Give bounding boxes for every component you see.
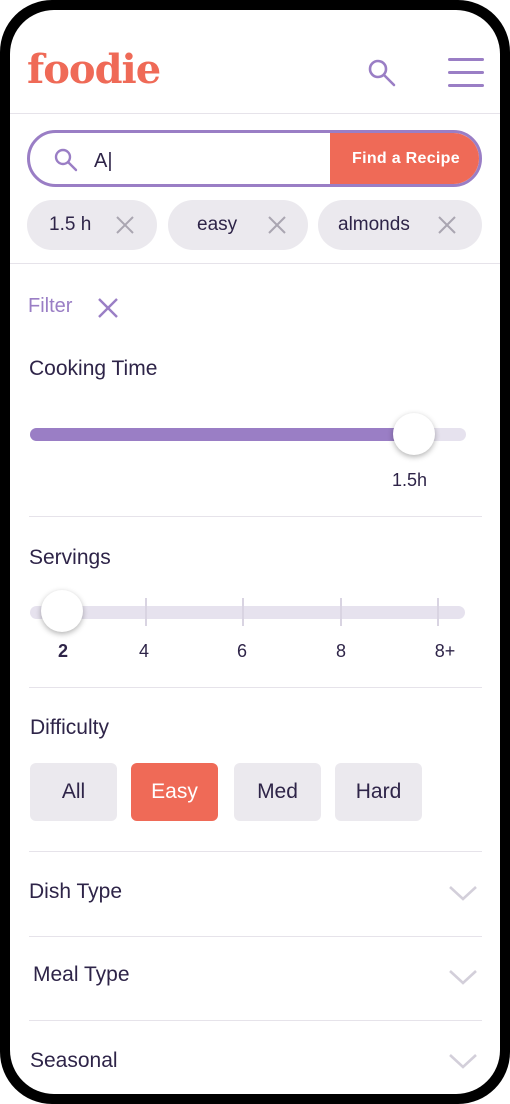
difficulty-med-button[interactable]: Med xyxy=(234,763,321,821)
servings-tick-label: 4 xyxy=(138,641,149,661)
search-bar: Find a Recipe xyxy=(27,130,482,187)
search-input[interactable] xyxy=(92,140,326,182)
filter-label: Filter xyxy=(28,295,73,317)
filter-chip[interactable]: easy xyxy=(168,200,308,250)
app-logo[interactable]: foodie xyxy=(27,50,161,90)
difficulty-easy-button[interactable]: Easy xyxy=(131,763,218,821)
chip-label: easy xyxy=(197,214,238,235)
filter-chip[interactable]: almonds xyxy=(318,200,482,250)
filter-chip[interactable]: 1.5 h xyxy=(27,200,157,250)
chips-divider xyxy=(10,263,500,264)
find-recipe-button[interactable]: Find a Recipe xyxy=(330,133,479,184)
servings-slider-thumb[interactable] xyxy=(41,590,83,632)
cooking-time-title: Cooking Time xyxy=(29,357,158,380)
app-screen: foodie Find a Recipe 1.5 h easy xyxy=(10,10,500,1094)
chevron-down-icon[interactable] xyxy=(448,968,478,986)
chip-label: 1.5 h xyxy=(49,214,92,235)
servings-tick xyxy=(242,598,244,626)
servings-tick xyxy=(340,598,342,626)
close-icon[interactable] xyxy=(115,215,135,235)
cooking-time-slider-thumb[interactable] xyxy=(392,413,435,455)
servings-tick xyxy=(145,598,147,626)
difficulty-all-button[interactable]: All xyxy=(30,763,117,821)
section-divider xyxy=(29,936,482,937)
accordion-dish-type[interactable]: Dish Type xyxy=(29,880,122,904)
servings-tick-label: 8 xyxy=(335,641,346,661)
close-icon[interactable] xyxy=(437,215,457,235)
servings-tick-label: 6 xyxy=(236,641,247,661)
difficulty-hard-button[interactable]: Hard xyxy=(335,763,422,821)
search-icon[interactable] xyxy=(367,58,397,88)
chevron-down-icon[interactable] xyxy=(448,1052,478,1070)
accordion-meal-type[interactable]: Meal Type xyxy=(33,963,130,987)
servings-slider[interactable] xyxy=(30,606,465,619)
header-divider xyxy=(10,113,500,114)
servings-title: Servings xyxy=(29,546,111,569)
phone-frame: foodie Find a Recipe 1.5 h easy xyxy=(0,0,510,1104)
section-divider xyxy=(29,1020,482,1021)
cooking-time-value: 1.5h xyxy=(392,470,428,490)
hamburger-menu-icon[interactable] xyxy=(448,58,484,88)
servings-tick-label: 8+ xyxy=(434,641,456,661)
chip-label: almonds xyxy=(338,214,410,235)
close-icon[interactable] xyxy=(267,215,287,235)
chevron-down-icon[interactable] xyxy=(448,884,478,902)
section-divider xyxy=(29,516,482,517)
accordion-seasonal[interactable]: Seasonal xyxy=(30,1049,118,1073)
search-icon xyxy=(54,148,78,172)
difficulty-title: Difficulty xyxy=(30,716,109,739)
servings-tick-label: 2 xyxy=(57,641,68,661)
cooking-time-slider-fill xyxy=(30,428,414,441)
section-divider xyxy=(29,687,482,688)
section-divider xyxy=(29,851,482,852)
close-filter-icon[interactable] xyxy=(97,297,119,319)
servings-tick xyxy=(437,598,439,626)
